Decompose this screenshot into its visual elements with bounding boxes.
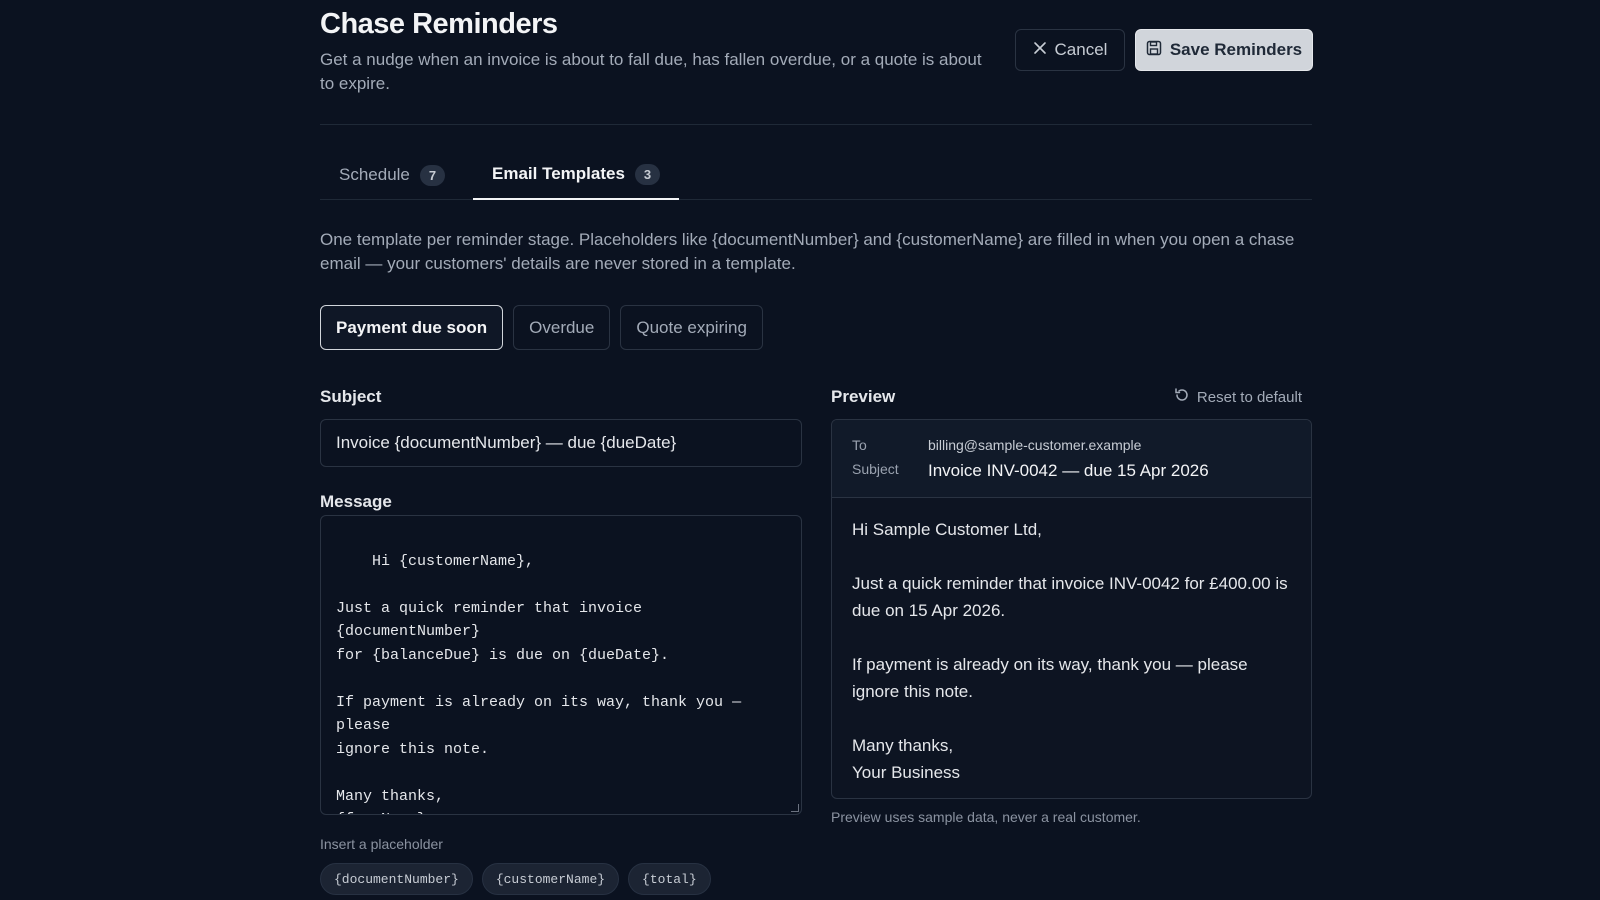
tab-label: Email Templates: [492, 164, 625, 183]
close-icon: [1033, 40, 1047, 60]
page-description: Get a nudge when an invoice is about to …: [320, 50, 982, 93]
insert-placeholder-label: Insert a placeholder: [320, 836, 443, 852]
preview-header: To billing@sample-customer.example Subje…: [832, 420, 1311, 498]
preview-paragraph: If payment is already on its way, thank …: [852, 655, 1248, 701]
preview-greeting: Hi Sample Customer Ltd,: [852, 520, 1042, 539]
page-title: Chase Reminders: [320, 8, 558, 40]
save-button-label: Save Reminders: [1169, 40, 1303, 59]
header-divider: [320, 124, 1312, 125]
stage-selector: Payment due soon Overdue Quote expiring: [320, 305, 763, 350]
tab-bar: Schedule 7 Email Templates 3: [320, 150, 1312, 200]
preview-subject-value: Invoice INV-0042 — due 15 Apr 2026: [928, 461, 1209, 480]
resize-handle[interactable]: [791, 804, 799, 812]
placeholder-chip-customer-name[interactable]: {customerName}: [481, 863, 620, 895]
stage-payment-due-soon[interactable]: Payment due soon: [320, 305, 504, 350]
preview-label: Preview: [831, 387, 896, 406]
stage-overdue[interactable]: Overdue: [513, 305, 611, 350]
stage-quote-expiring[interactable]: Quote expiring: [620, 305, 763, 350]
reset-label: Reset to default: [1196, 388, 1302, 406]
templates-intro: One template per reminder stage. Placeho…: [320, 230, 1295, 273]
placeholder-chip-document-number[interactable]: {documentNumber}: [320, 863, 473, 895]
preview-signoff: Many thanks, Your Business: [852, 736, 961, 782]
save-icon: [1146, 40, 1162, 61]
message-textarea[interactable]: Hi {customerName}, Just a quick reminder…: [320, 515, 802, 815]
subject-label: Subject: [320, 387, 382, 406]
placeholder-chip-total[interactable]: {total}: [628, 863, 711, 895]
preview-to-value: billing@sample-customer.example: [928, 437, 1142, 453]
save-reminders-button[interactable]: Save Reminders: [1135, 29, 1313, 71]
email-preview-card: To billing@sample-customer.example Subje…: [831, 419, 1312, 799]
tab-email-templates[interactable]: Email Templates 3: [473, 150, 680, 200]
page: Chase Reminders Get a nudge when an invo…: [320, 0, 1313, 900]
page-header: Chase Reminders Get a nudge when an invo…: [320, 8, 1313, 118]
preview-subject-label: Subject: [852, 461, 899, 477]
placeholder-chips: {documentNumber} {customerName} {total}: [320, 863, 711, 895]
reset-to-default-button[interactable]: Reset to default: [1174, 387, 1302, 407]
message-text: Hi {customerName}, Just a quick reminder…: [336, 552, 742, 815]
tab-count-badge: 3: [634, 163, 661, 185]
preview-body: Hi Sample Customer Ltd, Just a quick rem…: [852, 516, 1292, 798]
preview-note: Preview uses sample data, never a real c…: [831, 809, 1141, 825]
preview-paragraph: Just a quick reminder that invoice INV-0…: [852, 574, 1288, 620]
reset-icon: [1174, 387, 1190, 407]
subject-input[interactable]: [320, 419, 802, 467]
cancel-button[interactable]: Cancel: [1015, 29, 1125, 71]
cancel-button-label: Cancel: [1054, 40, 1108, 59]
message-label: Message: [320, 492, 392, 511]
tab-schedule[interactable]: Schedule 7: [320, 150, 464, 200]
tab-count-badge: 7: [419, 164, 446, 186]
preview-to-label: To: [852, 437, 867, 453]
tab-label: Schedule: [339, 165, 410, 184]
